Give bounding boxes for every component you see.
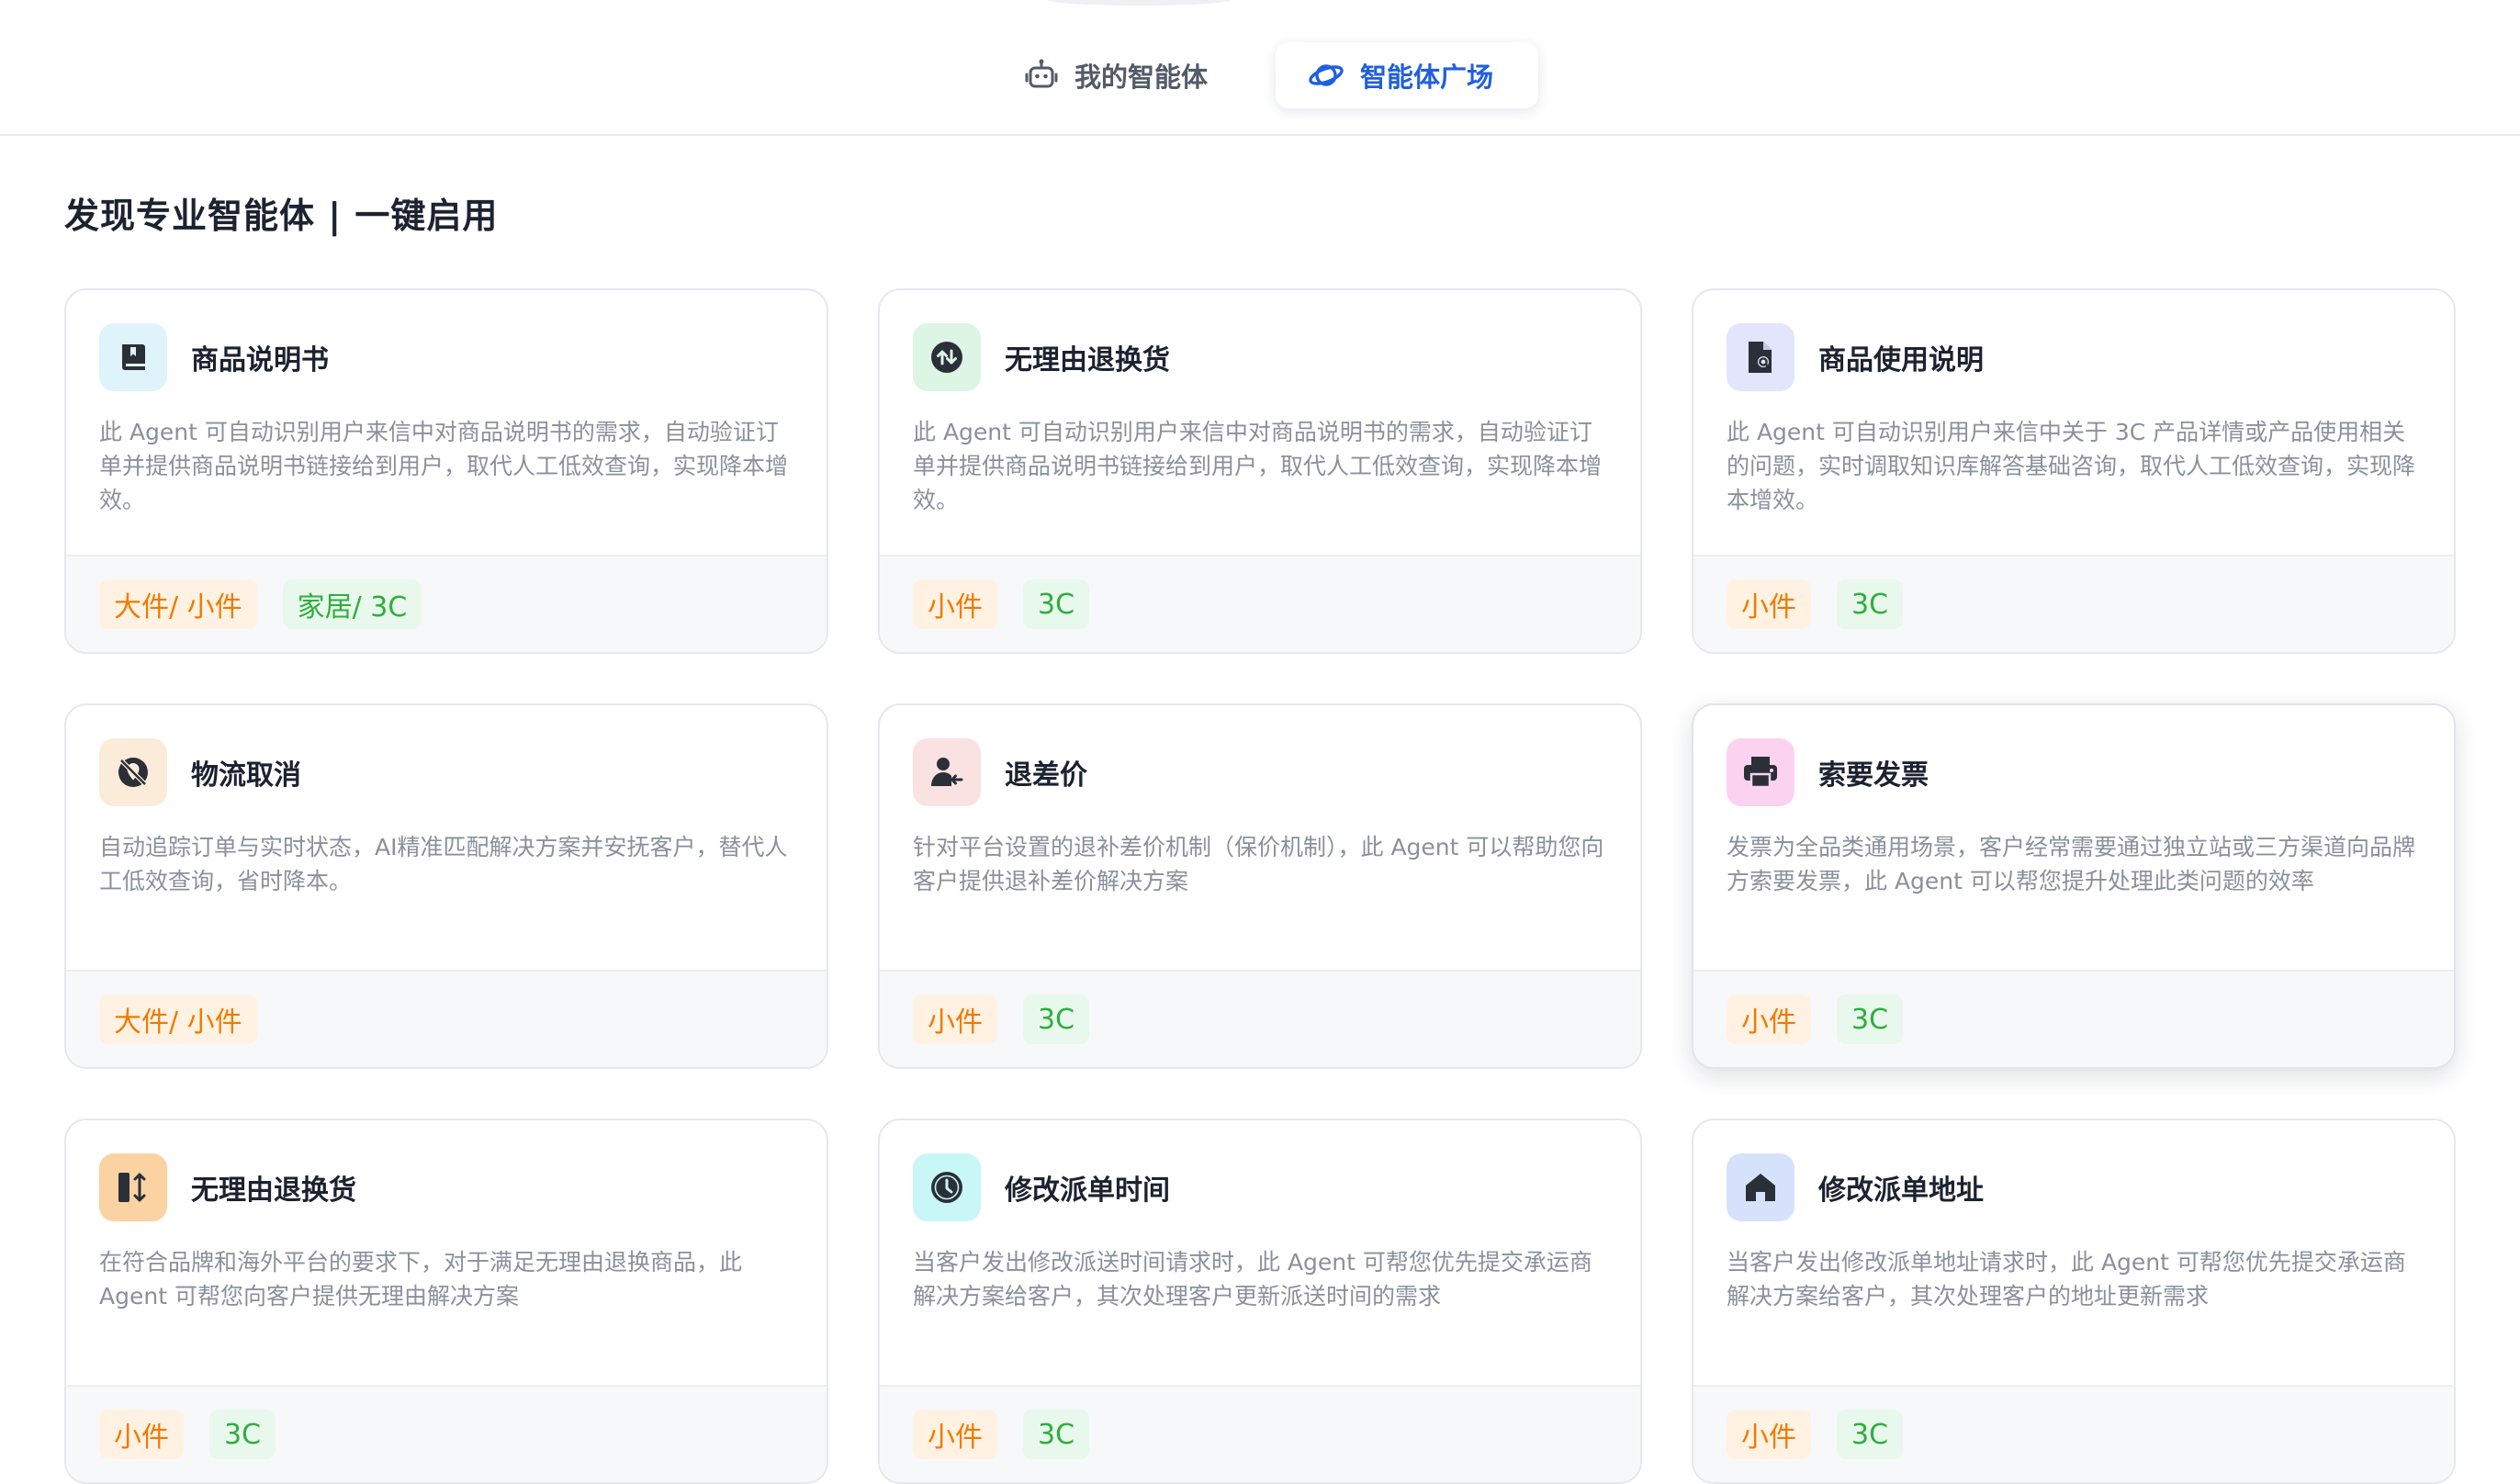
category-tag: 3C [1837, 579, 1904, 629]
card-footer: 小件 3C [1693, 1385, 2454, 1482]
card-header: 商品说明书 [99, 323, 329, 391]
card-header: 商品使用说明 [1727, 323, 1984, 391]
agent-card[interactable]: 无理由退换货 在符合品牌和海外平台的要求下，对于满足无理由退换商品，此 Agen… [64, 1119, 828, 1484]
card-icon-box [99, 1153, 167, 1221]
cancel-location-icon [118, 758, 148, 787]
agent-card[interactable]: 商品使用说明 此 Agent 可自动识别用户来信中关于 3C 产品详情或产品使用… [1692, 288, 2456, 654]
user-refund-icon [931, 758, 963, 786]
category-tag: 3C [1837, 1410, 1904, 1459]
card-header: 修改派单时间 [913, 1153, 1170, 1221]
agent-card[interactable]: 商品说明书 此 Agent 可自动识别用户来信中对商品说明书的需求，自动验证订单… [64, 288, 828, 654]
size-tag: 小件 [1727, 579, 1811, 629]
card-icon-box [1727, 738, 1794, 806]
printer-icon [1744, 757, 1777, 789]
size-tag: 小件 [913, 995, 997, 1044]
card-title: 商品说明书 [191, 344, 329, 377]
card-icon-box [99, 323, 167, 391]
tab-my-agents[interactable]: 我的智能体 [1007, 42, 1224, 108]
card-icon-box [1727, 323, 1794, 391]
card-header: 修改派单地址 [1727, 1153, 1984, 1221]
document-search-icon [1749, 342, 1772, 373]
card-title: 无理由退换货 [1005, 344, 1170, 377]
card-footer: 小件 3C [66, 1385, 827, 1482]
agent-card-grid: 商品说明书 此 Agent 可自动识别用户来信中对商品说明书的需求，自动验证订单… [64, 288, 2456, 1484]
card-title: 物流取消 [191, 759, 301, 792]
card-description: 针对平台设置的退补差价机制（保价机制），此 Agent 可以帮助您向客户提供退补… [913, 834, 1604, 894]
category-tag: 3C [1023, 995, 1090, 1044]
tab-agent-square[interactable]: 智能体广场 [1276, 42, 1538, 108]
card-title: 索要发票 [1818, 759, 1929, 792]
card-title: 无理由退换货 [191, 1175, 356, 1207]
agent-card[interactable]: 修改派单地址 当客户发出修改派单地址请求时，此 Agent 可帮您优先提交承运商… [1692, 1119, 2456, 1484]
clock-icon [931, 1172, 962, 1203]
card-footer: 小件 3C [880, 970, 1640, 1067]
card-icon-box [913, 1153, 981, 1221]
agent-card[interactable]: 索要发票 发票为全品类通用场景，客户经常需要通过独立站或三方渠道向品牌方索要发票… [1692, 703, 2456, 1069]
agent-card[interactable]: 物流取消 自动追踪订单与实时状态，AI精准匹配解决方案并安抚客户，替代人工低效查… [64, 703, 828, 1069]
robot-icon [1025, 59, 1058, 88]
card-description: 当客户发出修改派单地址请求时，此 Agent 可帮您优先提交承运商解决方案给客户… [1727, 1249, 2406, 1310]
swap-vertical-icon [118, 1173, 146, 1202]
card-footer: 大件/ 小件 [66, 970, 827, 1067]
top-decoration [1047, 0, 1231, 6]
card-footer: 小件 3C [880, 1385, 1640, 1482]
page-title: 发现专业智能体 | 一键启用 [64, 196, 499, 236]
category-tag: 3C [1837, 995, 1904, 1044]
tab-label: 我的智能体 [1074, 62, 1209, 93]
size-tag: 小件 [913, 579, 997, 629]
card-title: 退差价 [1005, 759, 1087, 792]
size-tag: 大件/ 小件 [99, 579, 257, 629]
agent-card[interactable]: 退差价 针对平台设置的退补差价机制（保价机制），此 Agent 可以帮助您向客户… [878, 703, 1642, 1069]
planet-icon [1309, 64, 1344, 86]
card-footer: 小件 3C [880, 555, 1640, 652]
agent-card[interactable]: 修改派单时间 当客户发出修改派送时间请求时，此 Agent 可帮您优先提交承运商… [878, 1119, 1642, 1484]
size-tag: 小件 [1727, 1410, 1811, 1459]
card-footer: 大件/ 小件 家居/ 3C [66, 555, 827, 652]
top-navigation: 我的智能体 智能体广场 [0, 0, 2520, 136]
card-icon-box [99, 738, 167, 806]
card-description: 此 Agent 可自动识别用户来信中对商品说明书的需求，自动验证订单并提供商品说… [99, 419, 789, 513]
card-footer: 小件 3C [1693, 970, 2454, 1067]
book-icon [122, 344, 145, 370]
category-tag: 3C [1023, 579, 1090, 629]
card-header: 物流取消 [99, 738, 301, 806]
card-title: 修改派单地址 [1818, 1175, 1984, 1207]
card-header: 无理由退换货 [99, 1153, 356, 1221]
tab-label: 智能体广场 [1360, 62, 1494, 93]
agent-card[interactable]: 无理由退换货 此 Agent 可自动识别用户来信中对商品说明书的需求，自动验证订… [878, 288, 1642, 654]
size-tag: 大件/ 小件 [99, 995, 257, 1044]
card-description: 此 Agent 可自动识别用户来信中关于 3C 产品详情或产品使用相关的问题，实… [1727, 419, 2416, 513]
card-icon-box [1727, 1153, 1794, 1221]
size-tag: 小件 [99, 1410, 184, 1459]
category-tag: 家居/ 3C [282, 579, 422, 629]
card-header: 无理由退换货 [913, 323, 1170, 391]
category-tag: 3C [1023, 1410, 1090, 1459]
card-description: 在符合品牌和海外平台的要求下，对于满足无理由退换商品，此 Agent 可帮您向客… [99, 1249, 743, 1310]
card-footer: 小件 3C [1693, 555, 2454, 652]
size-tag: 小件 [913, 1410, 997, 1459]
size-tag: 小件 [1727, 995, 1811, 1044]
exchange-icon [931, 342, 962, 373]
card-title: 商品使用说明 [1818, 344, 1984, 377]
card-description: 自动追踪订单与实时状态，AI精准匹配解决方案并安抚客户，替代人工低效查询，省时降… [99, 834, 788, 894]
card-description: 发票为全品类通用场景，客户经常需要通过独立站或三方渠道向品牌方索要发票，此 Ag… [1727, 834, 2416, 894]
card-header: 退差价 [913, 738, 1087, 806]
card-icon-box [913, 323, 981, 391]
category-tag: 3C [209, 1410, 276, 1459]
card-icon-box [913, 738, 981, 806]
home-icon [1746, 1174, 1775, 1201]
card-title: 修改派单时间 [1005, 1175, 1170, 1207]
card-description: 当客户发出修改派送时间请求时，此 Agent 可帮您优先提交承运商解决方案给客户… [913, 1249, 1592, 1310]
card-description: 此 Agent 可自动识别用户来信中对商品说明书的需求，自动验证订单并提供商品说… [913, 419, 1603, 513]
card-header: 索要发票 [1727, 738, 1929, 806]
